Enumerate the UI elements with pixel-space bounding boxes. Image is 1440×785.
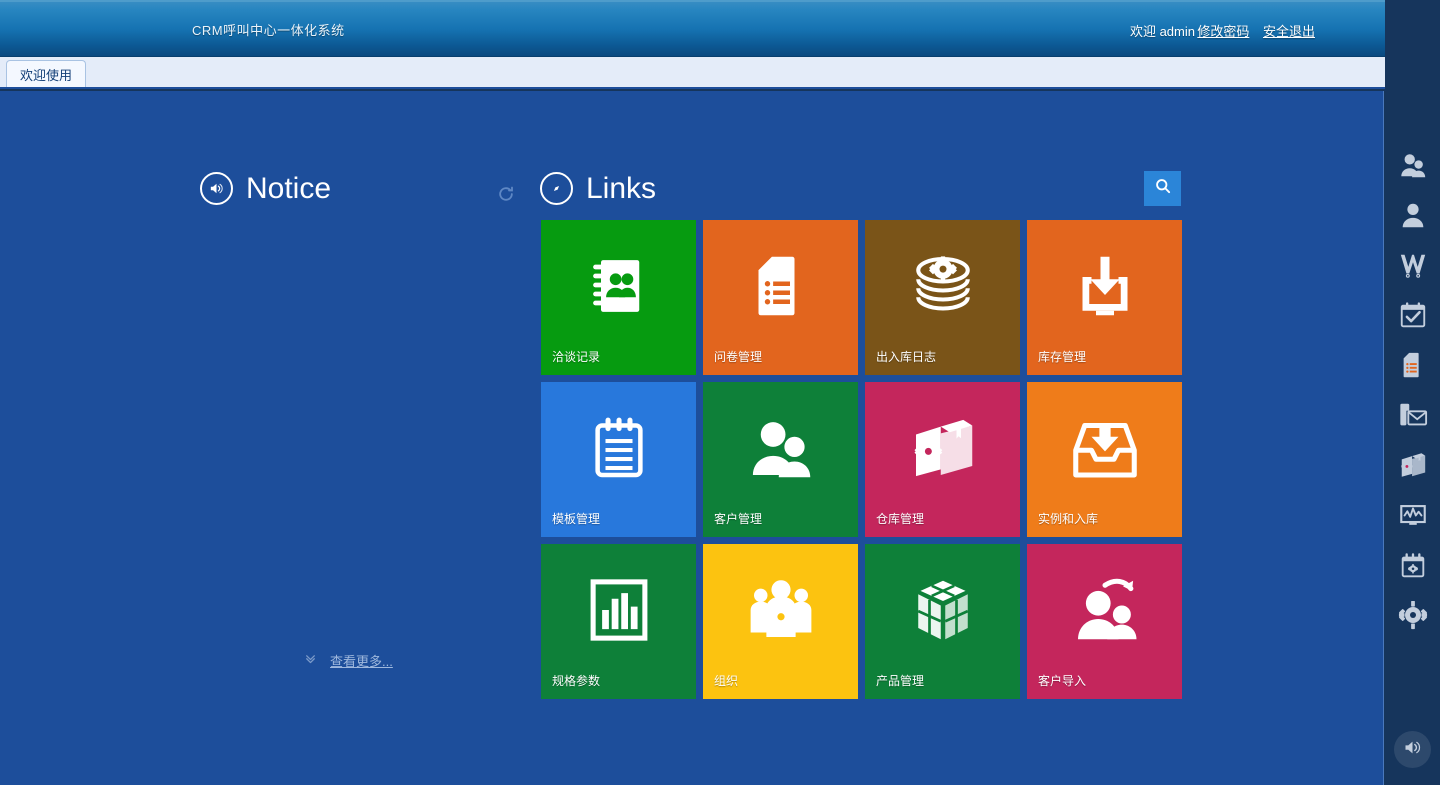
notice-view-more[interactable]: 查看更多... [303,651,393,670]
rail-item-settings[interactable] [1385,590,1440,640]
link-tile-label: 客户导入 [1038,674,1087,688]
link-tile-label: 库存管理 [1038,350,1087,364]
document-list-icon [703,250,858,322]
link-tile[interactable]: 出入库日志 [865,220,1020,375]
rail-item-schedule-settings[interactable] [1385,540,1440,590]
rail-item-customers[interactable] [1385,140,1440,190]
calendar-gear-icon [1398,550,1428,580]
link-tile[interactable]: 组织 [703,544,858,699]
link-tile[interactable]: 洽谈记录 [541,220,696,375]
box-gear-icon [1398,450,1428,480]
logout-link[interactable]: 安全退出 [1263,24,1315,39]
tab-welcome[interactable]: 欢迎使用 [6,60,87,87]
rail-item-messages[interactable] [1385,390,1440,440]
rail-item-reports[interactable] [1385,490,1440,540]
download-to-monitor-icon [1027,250,1182,322]
rail-item-documents[interactable] [1385,340,1440,390]
right-icon-rail [1385,0,1440,785]
inbox-download-icon [1027,412,1182,484]
database-gear-icon [865,250,1020,322]
link-tile[interactable]: 客户导入 [1027,544,1182,699]
link-tile[interactable]: 产品管理 [865,544,1020,699]
link-tile-label: 规格参数 [552,674,601,688]
bar-chart-frame-icon [541,574,696,646]
link-tile-label: 组织 [714,674,739,688]
user-import-arrow-icon [1027,574,1182,646]
two-users-icon [703,412,858,484]
change-password-link[interactable]: 修改密码 [1197,24,1249,39]
notice-title: Notice [246,171,332,205]
rail-item-inventory[interactable] [1385,440,1440,490]
rail-item-user[interactable] [1385,190,1440,240]
link-tile[interactable]: 仓库管理 [865,382,1020,537]
notice-section-header: Notice [200,172,331,205]
links-section-header: Links [540,172,656,205]
link-tile[interactable]: 实例和入库 [1027,382,1182,537]
link-tile-label: 实例和入库 [1038,512,1099,526]
notice-view-more-label: 查看更多... [330,654,393,669]
header-links: 修改密码 安全退出 [1197,21,1315,40]
links-tile-grid: 洽谈记录 问卷管理 出入库日志 库存管理 模板管理 客户管理 仓库管理 实例和入… [541,220,1189,699]
document-list-icon [1398,350,1428,380]
welcome-text: 欢迎 admin [1129,24,1195,39]
people-gear-icon [703,574,858,646]
link-tile-label: 洽谈记录 [552,350,601,364]
link-tile[interactable]: 客户管理 [703,382,858,537]
link-tile[interactable]: 库存管理 [1027,220,1182,375]
chart-monitor-icon [1398,500,1428,530]
refresh-icon[interactable] [496,184,516,204]
contact-book-icon [541,250,696,322]
speaker-icon [200,172,233,205]
rail-item-workflow[interactable] [1385,240,1440,290]
links-title: Links [586,171,657,205]
single-user-icon [1398,200,1428,230]
link-tile[interactable]: 规格参数 [541,544,696,699]
mail-phone-icon [1398,400,1428,430]
link-tile[interactable]: 问卷管理 [703,220,858,375]
page-root: CRM呼叫中心一体化系统 欢迎 admin 修改密码 安全退出 欢迎使用 Not… [0,0,1440,785]
link-tile-label: 产品管理 [876,674,925,688]
search-button[interactable] [1144,171,1181,206]
compass-icon [540,172,573,205]
w-logo-icon [1398,250,1428,280]
speaker-icon [1402,737,1423,763]
notepad-icon [541,412,696,484]
link-tile-label: 问卷管理 [714,350,763,364]
search-icon [1153,176,1173,201]
two-users-icon [1398,150,1428,180]
top-header: CRM呼叫中心一体化系统 欢迎 admin 修改密码 安全退出 [0,0,1385,57]
tab-bar: 欢迎使用 [0,57,1385,89]
link-tile-label: 模板管理 [552,512,601,526]
cube-blocks-icon [865,574,1020,646]
link-tile[interactable]: 模板管理 [541,382,696,537]
calendar-check-icon [1398,300,1428,330]
rail-item-tasks[interactable] [1385,290,1440,340]
box-gear-icon [865,412,1020,484]
gear-icon [1398,600,1428,630]
rail-speaker-button[interactable] [1394,731,1431,768]
page-title: CRM呼叫中心一体化系统 [192,23,345,38]
link-tile-label: 客户管理 [714,512,763,526]
link-tile-label: 仓库管理 [876,512,925,526]
chevron-double-down-icon [303,652,318,670]
link-tile-label: 出入库日志 [876,350,937,364]
